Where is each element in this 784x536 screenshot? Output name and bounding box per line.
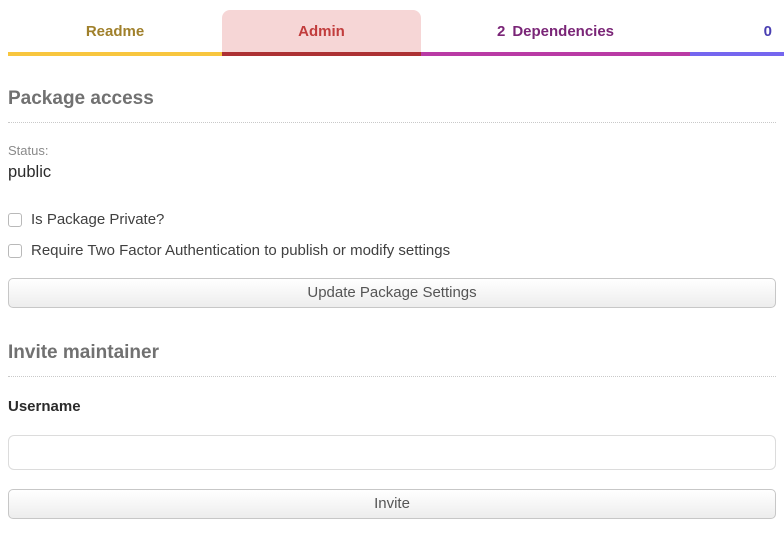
- admin-panel: Package access Status: public Is Package…: [0, 56, 784, 519]
- tab-dependencies-count: 2: [497, 23, 505, 40]
- invite-maintainer-title: Invite maintainer: [8, 308, 776, 377]
- package-status-block: Status: public: [8, 143, 776, 183]
- status-value: public: [8, 161, 776, 183]
- tab-dependents[interactable]: 0: [690, 10, 784, 56]
- private-checkbox-row: Is Package Private?: [8, 211, 776, 229]
- package-tabbar: Readme Admin 2 Dependencies 0: [0, 0, 784, 56]
- invite-button[interactable]: Invite: [8, 489, 776, 519]
- require-2fa-checkbox[interactable]: [8, 244, 22, 258]
- update-package-settings-button[interactable]: Update Package Settings: [8, 278, 776, 308]
- two-factor-checkbox-row: Require Two Factor Authentication to pub…: [8, 242, 776, 260]
- username-input[interactable]: [8, 435, 776, 470]
- username-label: Username: [8, 399, 776, 415]
- tab-dependencies-label: Dependencies: [512, 23, 614, 40]
- status-label: Status:: [8, 143, 776, 159]
- tab-admin-label: Admin: [298, 23, 345, 40]
- tab-readme[interactable]: Readme: [8, 10, 222, 56]
- package-access-title: Package access: [8, 56, 776, 123]
- tab-readme-label: Readme: [86, 23, 144, 40]
- tab-dependencies[interactable]: 2 Dependencies: [421, 10, 690, 56]
- is-package-private-label: Is Package Private?: [31, 211, 164, 229]
- tab-admin[interactable]: Admin: [222, 10, 421, 56]
- is-package-private-checkbox[interactable]: [8, 213, 22, 227]
- tab-dependents-count: 0: [764, 23, 772, 40]
- require-2fa-label: Require Two Factor Authentication to pub…: [31, 242, 450, 260]
